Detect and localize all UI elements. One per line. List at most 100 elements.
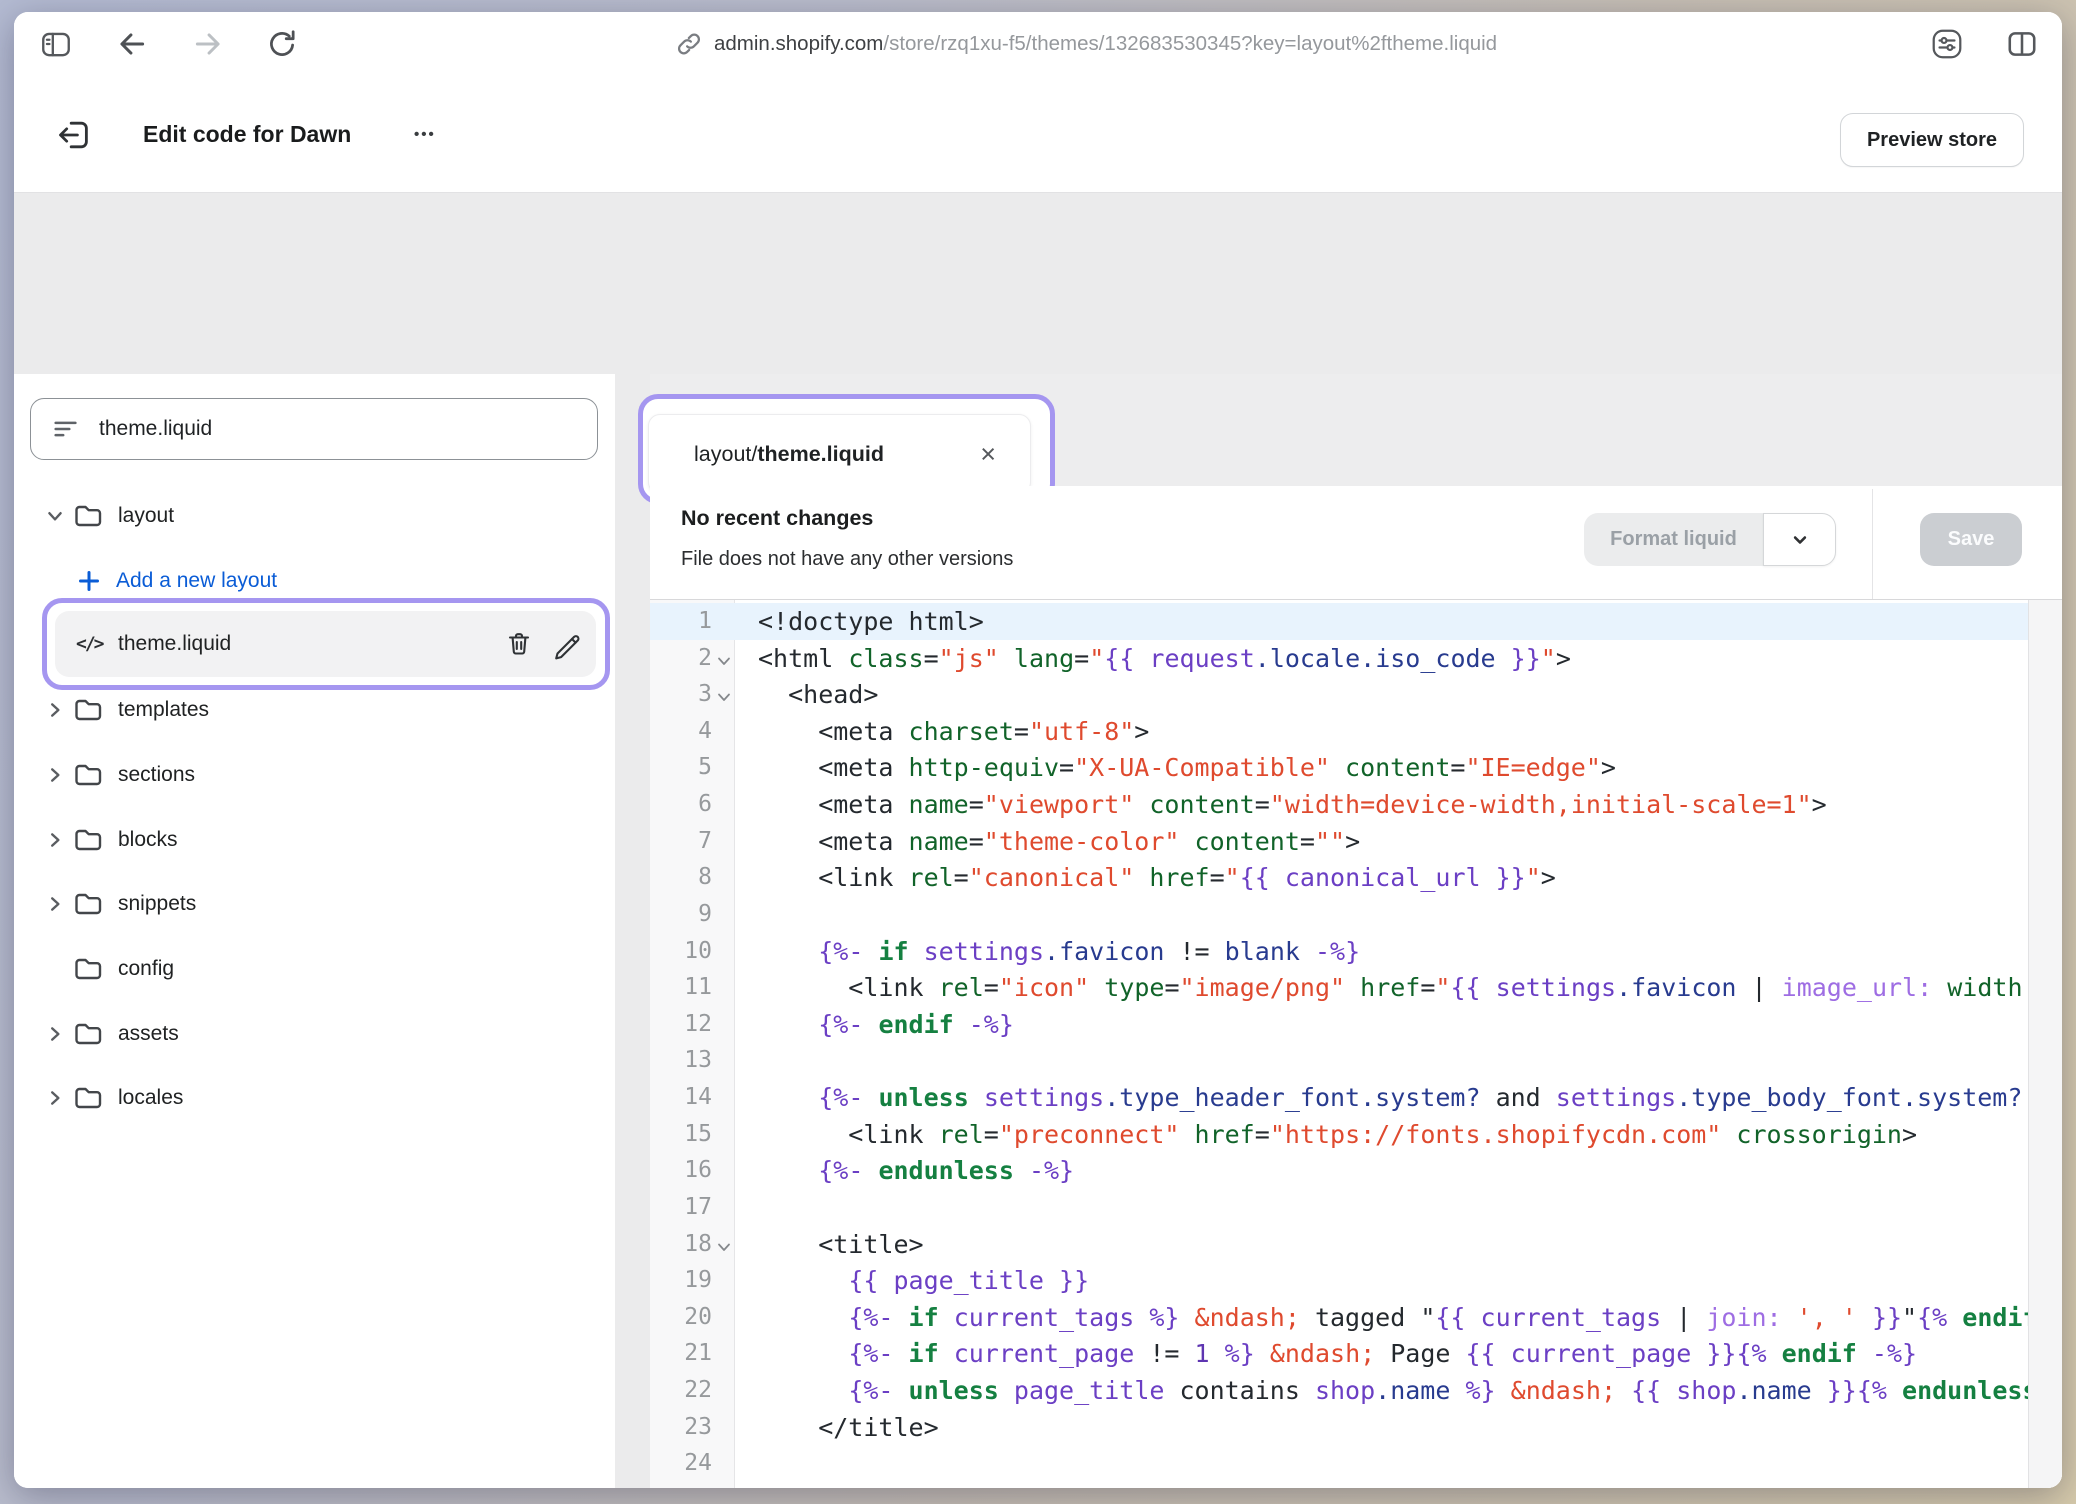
link-icon xyxy=(674,29,704,59)
chevron-down-icon[interactable] xyxy=(46,507,64,525)
sidebar-folder-blocks[interactable]: blocks xyxy=(14,820,615,860)
sidebar-folder-snippets[interactable]: snippets xyxy=(14,884,615,924)
more-options-icon[interactable]: ••• xyxy=(414,76,436,192)
code-editor[interactable]: 1<!doctype html>2<html class="js" lang="… xyxy=(650,600,2062,1488)
vertical-scrollbar[interactable] xyxy=(2028,600,2062,1488)
line-number: 19 xyxy=(650,1262,712,1299)
code-line[interactable]: 23 </title> xyxy=(650,1409,2028,1446)
folder-icon xyxy=(72,1082,104,1114)
code-line[interactable]: 11 <link rel="icon" type="image/png" hre… xyxy=(650,969,2028,1006)
filter-icon xyxy=(51,414,81,444)
save-button[interactable]: Save xyxy=(1920,513,2022,566)
rename-icon[interactable] xyxy=(551,628,583,660)
version-title: No recent changes xyxy=(681,506,873,531)
code-line[interactable]: 14 {%- unless settings.type_header_font.… xyxy=(650,1079,2028,1116)
page-title: Edit code for Dawn xyxy=(143,76,351,192)
url-path: /store/rzq1xu-f5/themes/132683530345?key… xyxy=(883,32,1497,55)
add-new-layout-button[interactable]: Add a new layout xyxy=(14,561,615,601)
code-line[interactable]: 24 xyxy=(650,1445,2028,1482)
code-line[interactable]: 4 <meta charset="utf-8"> xyxy=(650,713,2028,750)
sidebar: theme.liquid layout Add a new layout </>th… xyxy=(14,374,615,1488)
code-line[interactable]: 19 {{ page_title }} xyxy=(650,1262,2028,1299)
file-search-input[interactable]: theme.liquid xyxy=(30,398,598,460)
fold-toggle-icon[interactable] xyxy=(716,653,732,669)
code-line[interactable]: 17 xyxy=(650,1189,2028,1226)
reload-icon[interactable] xyxy=(264,26,300,62)
forward-arrow-icon[interactable] xyxy=(190,26,226,62)
format-liquid-split-button: Format liquid xyxy=(1584,513,1836,566)
tree-item-label: blocks xyxy=(118,828,178,852)
code-line[interactable]: 16 {%- endunless -%} xyxy=(650,1152,2028,1189)
code-lines[interactable]: 1<!doctype html>2<html class="js" lang="… xyxy=(650,603,2028,1488)
address-bar[interactable]: admin.shopify.com/store/rzq1xu-f5/themes… xyxy=(674,12,1497,76)
code-line[interactable]: 5 <meta http-equiv="X-UA-Compatible" con… xyxy=(650,749,2028,786)
code-line[interactable]: 6 <meta name="viewport" content="width=d… xyxy=(650,786,2028,823)
chevron-right-icon[interactable] xyxy=(46,895,64,913)
folder-icon xyxy=(72,888,104,920)
code-line[interactable]: 12 {%- endif -%} xyxy=(650,1006,2028,1043)
code-line[interactable]: 18 <title> xyxy=(650,1226,2028,1263)
code-text: {%- endif -%} xyxy=(758,1006,1014,1043)
line-number: 20 xyxy=(650,1299,712,1336)
code-line[interactable]: 20 {%- if current_tags %} &ndash; tagged… xyxy=(650,1299,2028,1336)
fold-toggle-icon[interactable] xyxy=(716,689,732,705)
line-number: 15 xyxy=(650,1116,712,1153)
code-text: {% if page_description %} xyxy=(758,1482,1195,1488)
code-text: <html class="js" lang="{{ request.locale… xyxy=(758,640,1571,677)
sidebar-folder-config[interactable]: config xyxy=(14,949,615,989)
code-line[interactable]: 7 <meta name="theme-color" content=""> xyxy=(650,823,2028,860)
code-line[interactable]: 15 <link rel="preconnect" href="https://… xyxy=(650,1116,2028,1153)
tab-label: layout/theme.liquid xyxy=(694,442,884,467)
sidebar-folder-templates[interactable]: templates xyxy=(14,690,615,730)
chevron-right-icon[interactable] xyxy=(46,766,64,784)
chevron-right-icon[interactable] xyxy=(46,1025,64,1043)
code-text: {%- unless page_title contains shop.name… xyxy=(758,1372,2028,1409)
fold-toggle-icon[interactable] xyxy=(716,1239,732,1255)
split-view-icon[interactable] xyxy=(2004,26,2040,62)
code-line[interactable]: 10 {%- if settings.favicon != blank -%} xyxy=(650,933,2028,970)
chevron-right-icon[interactable] xyxy=(46,831,64,849)
page-settings-icon[interactable] xyxy=(1929,26,1965,62)
sidebar-folder-sections[interactable]: sections xyxy=(14,755,615,795)
code-text: {%- if current_tags %} &ndash; tagged "{… xyxy=(758,1299,2028,1336)
code-text: <!doctype html> xyxy=(758,603,984,640)
folder-icon xyxy=(72,824,104,856)
line-number: 8 xyxy=(650,859,712,896)
sidebar-folder-assets[interactable]: assets xyxy=(14,1014,615,1054)
sidebar-toggle-icon[interactable] xyxy=(38,26,74,62)
code-line[interactable]: 25 {% if page_description %} xyxy=(650,1482,2028,1488)
line-number: 10 xyxy=(650,933,712,970)
back-arrow-icon[interactable] xyxy=(114,26,150,62)
code-line[interactable]: 8 <link rel="canonical" href="{{ canonic… xyxy=(650,859,2028,896)
code-line[interactable]: 2<html class="js" lang="{{ request.local… xyxy=(650,640,2028,677)
exit-editor-icon[interactable] xyxy=(54,116,94,154)
code-text: <link rel="preconnect" href="https://fon… xyxy=(758,1116,1917,1153)
format-liquid-button[interactable]: Format liquid xyxy=(1584,513,1763,566)
editor-tab[interactable]: layout/theme.liquid × xyxy=(648,414,1031,494)
close-icon[interactable]: × xyxy=(980,441,996,468)
format-liquid-dropdown[interactable] xyxy=(1763,513,1836,566)
code-text: {%- if settings.favicon != blank -%} xyxy=(758,933,1360,970)
code-line[interactable]: 21 {%- if current_page != 1 %} &ndash; P… xyxy=(650,1335,2028,1372)
chevron-right-icon[interactable] xyxy=(46,1089,64,1107)
sidebar-folder-locales[interactable]: locales xyxy=(14,1078,615,1118)
code-line[interactable]: 9 xyxy=(650,896,2028,933)
sidebar-folder-layout[interactable]: layout xyxy=(14,496,615,536)
sidebar-file-theme-liquid[interactable]: </>theme.liquid xyxy=(14,624,615,664)
delete-icon[interactable] xyxy=(503,628,535,660)
chevron-right-icon[interactable] xyxy=(46,701,64,719)
code-text: <meta charset="utf-8"> xyxy=(758,713,1149,750)
preview-store-button[interactable]: Preview store xyxy=(1840,113,2024,167)
code-text: <link rel="canonical" href="{{ canonical… xyxy=(758,859,1556,896)
folder-icon xyxy=(72,694,104,726)
line-number: 3 xyxy=(650,676,712,713)
code-line[interactable]: 1<!doctype html> xyxy=(650,603,2028,640)
line-number: 11 xyxy=(650,969,712,1006)
version-subtitle: File does not have any other versions xyxy=(681,548,1013,571)
code-line[interactable]: 3 <head> xyxy=(650,676,2028,713)
code-line[interactable]: 22 {%- unless page_title contains shop.n… xyxy=(650,1372,2028,1409)
folder-icon xyxy=(72,500,104,532)
tree-item-label: templates xyxy=(118,698,209,722)
line-number: 13 xyxy=(650,1042,712,1079)
code-line[interactable]: 13 xyxy=(650,1042,2028,1079)
